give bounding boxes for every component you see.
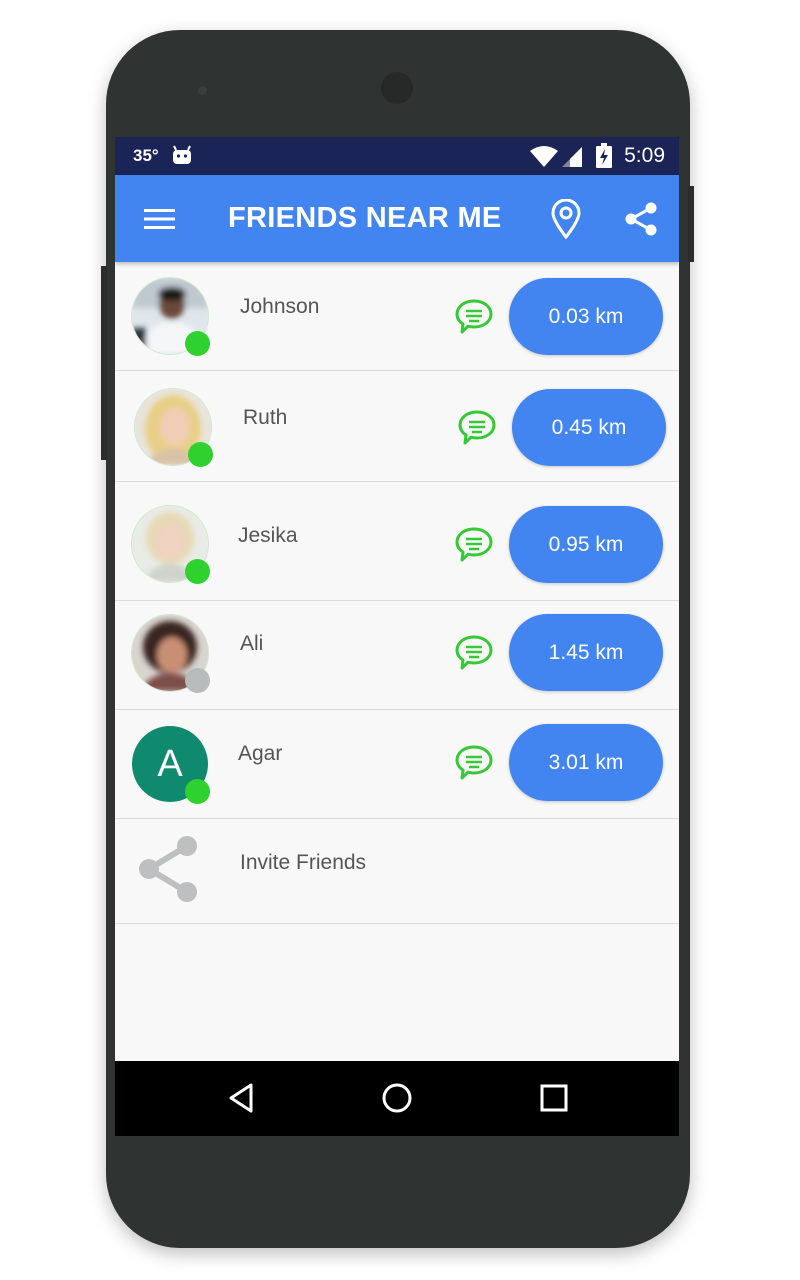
chat-icon[interactable] bbox=[454, 298, 494, 336]
android-icon bbox=[173, 145, 191, 164]
proximity-sensor bbox=[198, 86, 207, 95]
distance-button[interactable]: 0.03 km bbox=[509, 278, 663, 355]
list-item[interactable]: Ruth 0.45 km bbox=[115, 371, 679, 482]
friend-name: Ruth bbox=[243, 406, 288, 429]
online-status-dot bbox=[188, 442, 213, 467]
chat-icon[interactable] bbox=[457, 409, 497, 447]
offline-status-dot bbox=[185, 668, 210, 693]
chat-icon[interactable] bbox=[454, 744, 494, 782]
online-status-dot bbox=[185, 779, 210, 804]
friend-name: Ali bbox=[240, 632, 264, 655]
wifi-icon bbox=[530, 146, 558, 167]
list-item[interactable]: Johnson 0.03 km bbox=[115, 262, 679, 371]
distance-button[interactable]: 0.95 km bbox=[509, 506, 663, 583]
home-icon[interactable] bbox=[381, 1082, 413, 1114]
recents-icon[interactable] bbox=[539, 1082, 569, 1114]
avatar bbox=[132, 506, 210, 584]
invite-friends-label: Invite Friends bbox=[240, 851, 367, 874]
signal-icon bbox=[562, 147, 582, 167]
temperature-text: 35° bbox=[133, 146, 159, 165]
power-button bbox=[688, 186, 694, 262]
page-title: FRIENDS NEAR ME bbox=[228, 202, 502, 234]
distance-button[interactable]: 1.45 km bbox=[509, 614, 663, 691]
battery-charging-icon bbox=[596, 143, 612, 168]
avatar bbox=[135, 389, 213, 467]
friend-name: Jesika bbox=[238, 524, 298, 547]
share-icon[interactable] bbox=[624, 201, 658, 237]
avatar bbox=[132, 278, 210, 356]
distance-button[interactable]: 3.01 km bbox=[509, 724, 663, 801]
app-bar: FRIENDS NEAR ME bbox=[115, 175, 679, 262]
avatar: A bbox=[132, 726, 210, 804]
chat-icon[interactable] bbox=[454, 526, 494, 564]
friend-name: Johnson bbox=[240, 295, 320, 318]
location-pin-icon[interactable] bbox=[550, 199, 582, 239]
clock-text: 5:09 bbox=[624, 144, 665, 167]
share-icon bbox=[139, 836, 197, 902]
front-camera bbox=[381, 72, 413, 104]
screen: 35° 5:09 FRIENDS NEAR ME Johnson 0.03 km… bbox=[115, 137, 679, 1136]
back-icon[interactable] bbox=[227, 1082, 255, 1114]
chat-icon[interactable] bbox=[454, 634, 494, 672]
online-status-dot bbox=[185, 559, 210, 584]
status-bar: 35° 5:09 bbox=[115, 137, 679, 175]
invite-friends-item[interactable]: Invite Friends bbox=[115, 819, 679, 924]
list-item[interactable]: A Agar 3.01 km bbox=[115, 710, 679, 819]
friends-list: Johnson 0.03 km Ruth 0.45 km Jesika 0.95… bbox=[115, 262, 679, 924]
list-item[interactable]: Jesika 0.95 km bbox=[115, 482, 679, 601]
menu-icon[interactable] bbox=[144, 207, 176, 231]
list-item[interactable]: Ali 1.45 km bbox=[115, 601, 679, 710]
online-status-dot bbox=[185, 331, 210, 356]
avatar bbox=[132, 615, 210, 693]
friend-name: Agar bbox=[238, 742, 283, 765]
volume-button bbox=[101, 266, 107, 460]
distance-button[interactable]: 0.45 km bbox=[512, 389, 666, 466]
navigation-bar bbox=[115, 1061, 679, 1136]
